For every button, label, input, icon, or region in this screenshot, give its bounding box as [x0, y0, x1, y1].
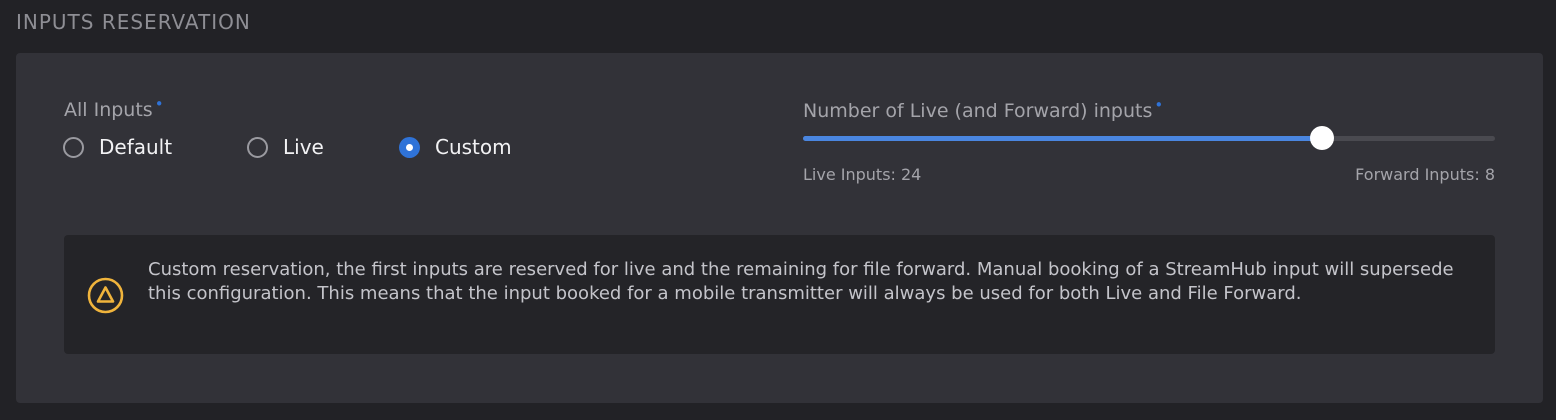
live-inputs-slider-label: Number of Live (and Forward) inputs • — [803, 96, 1163, 122]
live-inputs-slider-label-text: Number of Live (and Forward) inputs — [803, 100, 1153, 122]
section-title: INPUTS RESERVATION — [16, 10, 251, 34]
inputs-reservation-card: All Inputs • Default Live Custom Number o… — [16, 53, 1543, 403]
live-inputs-count: Live Inputs: 24 — [803, 165, 922, 184]
radio-label-live: Live — [283, 135, 324, 159]
all-inputs-label: All Inputs • — [64, 95, 164, 121]
radio-label-default: Default — [99, 135, 173, 159]
forward-inputs-count: Forward Inputs: 8 — [1355, 165, 1495, 184]
radio-label-custom: Custom — [435, 135, 512, 159]
inputs-reservation-page: INPUTS RESERVATION All Inputs • Default L… — [0, 0, 1556, 420]
radio-button-custom[interactable] — [399, 136, 420, 158]
required-indicator: • — [1154, 96, 1164, 114]
radio-option-live[interactable]: Live — [247, 134, 324, 160]
warning-icon — [87, 277, 124, 314]
live-inputs-slider[interactable] — [803, 126, 1495, 150]
all-inputs-label-text: All Inputs — [64, 99, 153, 121]
alert-message: Custom reservation, the first inputs are… — [148, 259, 1454, 304]
radio-button-default[interactable] — [63, 136, 84, 158]
radio-button-live[interactable] — [247, 136, 268, 158]
required-indicator: • — [154, 95, 164, 113]
radio-option-custom[interactable]: Custom — [399, 134, 512, 160]
custom-reservation-alert: Custom reservation, the first inputs are… — [64, 235, 1495, 354]
radio-option-default[interactable]: Default — [63, 134, 172, 160]
slider-fill — [803, 136, 1322, 141]
slider-thumb[interactable] — [1310, 126, 1334, 150]
